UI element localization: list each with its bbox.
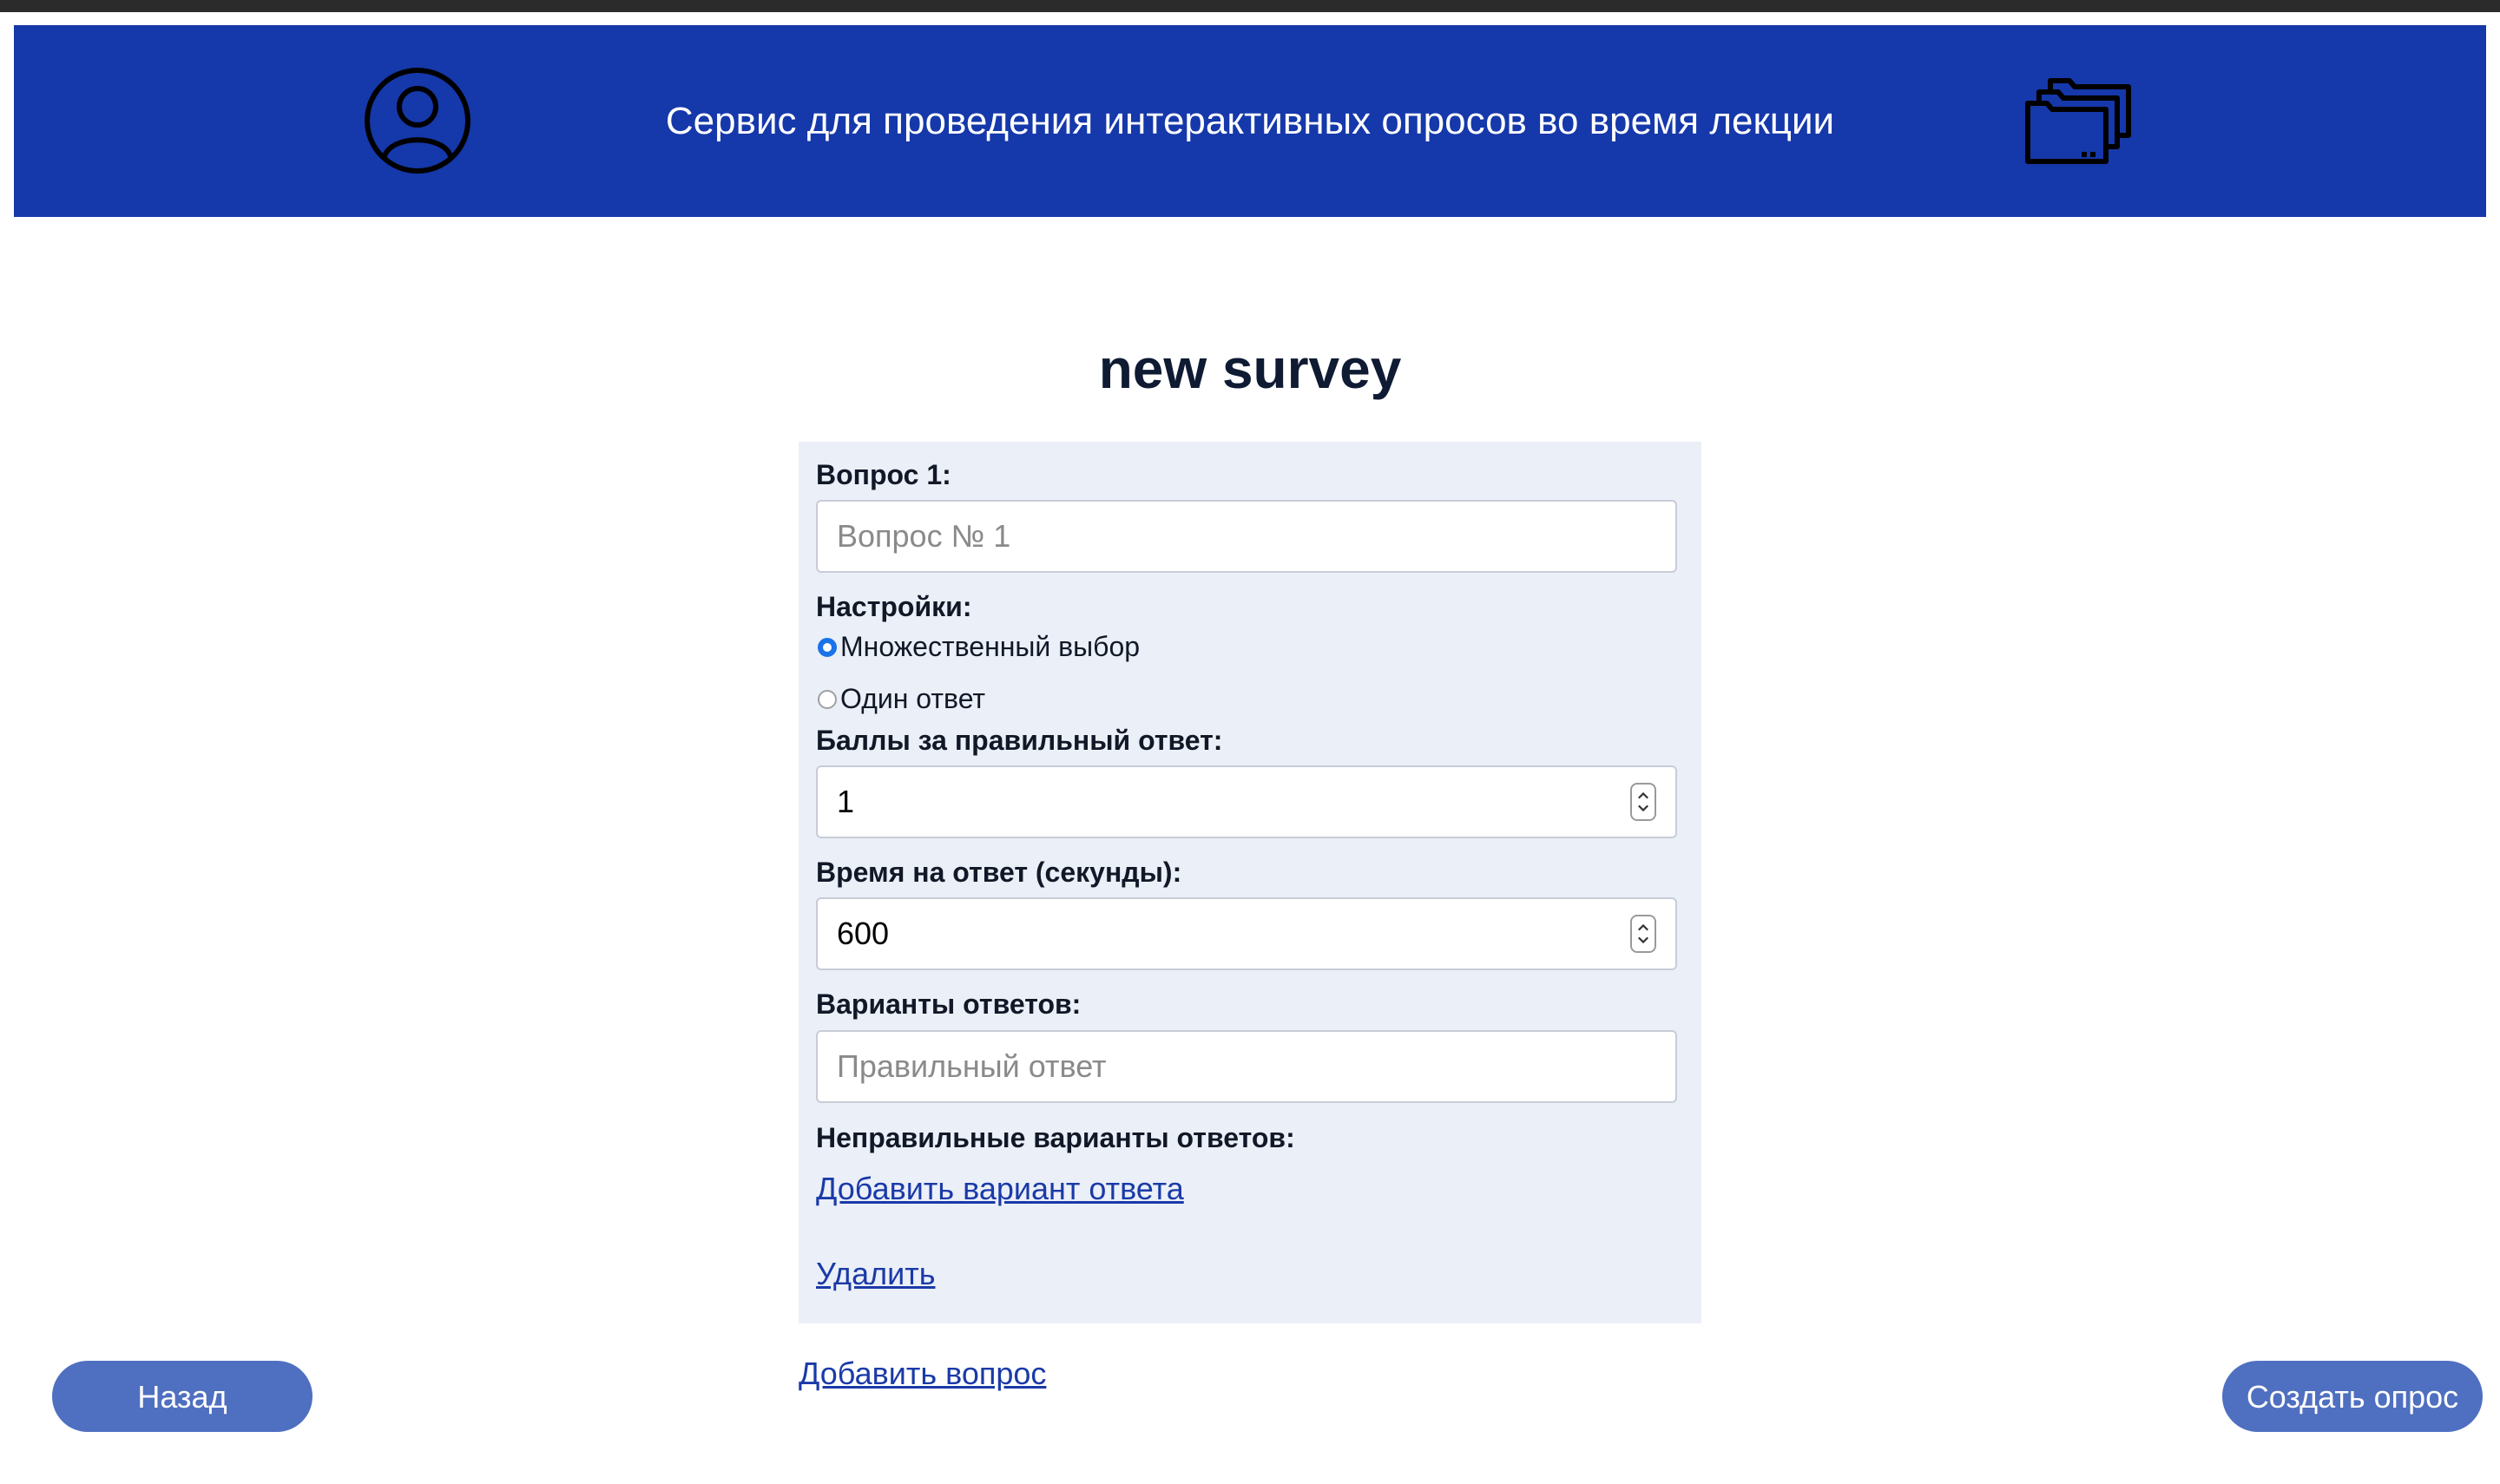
number-spinner-icon[interactable] [1630,915,1656,953]
points-label: Баллы за правильный ответ: [816,725,1223,756]
app-header: Сервис для проведения интерактивных опро… [14,25,2486,217]
radio-button-selected[interactable] [818,637,837,657]
delete-question-link[interactable]: Удалить [816,1256,935,1292]
settings-label: Настройки: [816,591,972,622]
create-survey-button[interactable]: Создать опрос [2222,1361,2483,1432]
question-input[interactable] [816,500,1677,573]
question-label: Вопрос 1: [816,459,951,490]
window-top-strip [0,0,2500,12]
radio-multiple-choice[interactable]: Множественный выбор [818,631,1140,663]
page-title: new survey [1098,338,1402,400]
radio-button[interactable] [818,689,837,709]
time-field [816,897,1677,970]
time-input[interactable] [816,897,1677,970]
back-button[interactable]: Назад [52,1361,312,1432]
number-spinner-icon[interactable] [1630,783,1656,821]
radio-label: Один ответ [840,683,986,714]
question-card: Вопрос 1: Настройки: Множественный выбор… [799,442,1701,1323]
time-label: Время на ответ (секунды): [816,857,1182,888]
folders-icon[interactable] [2024,72,2135,167]
points-input[interactable] [816,765,1677,838]
wrong-answers-label: Неправильные варианты ответов: [816,1122,1295,1153]
answers-label: Варианты ответов: [816,988,1082,1020]
radio-single-answer[interactable]: Один ответ [818,683,985,715]
radio-label: Множественный выбор [840,631,1141,662]
points-field [816,765,1677,838]
add-question-link[interactable]: Добавить вопрос [799,1356,1046,1392]
correct-answer-input[interactable] [816,1030,1677,1103]
add-answer-option-link[interactable]: Добавить вариант ответа [816,1171,1184,1207]
